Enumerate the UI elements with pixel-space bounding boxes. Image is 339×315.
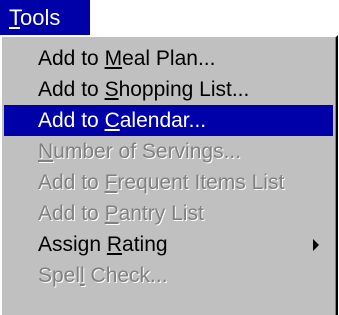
menu-item-label-before: Add to	[38, 78, 105, 101]
menu-tools-label-after: ools	[20, 5, 61, 30]
menu-item-label-before: Spel	[38, 264, 81, 287]
menu-item-label-after: umber of Servings...	[53, 140, 242, 163]
menu-tools-mnemonic: T	[9, 5, 20, 30]
menu-item-label-before: Add to	[38, 109, 105, 132]
tools-dropdown-menu: Add to Meal Plan... Add to Shopping List…	[0, 35, 338, 315]
triangle-right-icon	[313, 239, 319, 251]
menu-item-spell-check: Spell Check...	[4, 260, 333, 291]
menu-item-label-before: Add to	[38, 47, 105, 70]
menu-item-mnemonic: M	[104, 47, 123, 70]
menu-item-label-after: Check...	[84, 264, 168, 287]
menu-item-add-to-meal-plan[interactable]: Add to Meal Plan...	[4, 43, 333, 74]
menu-item-label-after: requent Items List	[117, 171, 285, 194]
menu-item-add-to-calendar[interactable]: Add to Calendar...	[4, 105, 333, 136]
menu-item-label-before: Add to	[38, 171, 105, 194]
menu-item-add-to-shopping-list[interactable]: Add to Shopping List...	[4, 74, 333, 105]
menu-item-label-after: antry List	[118, 202, 204, 225]
screenshot-stage: Tools Add to Meal Plan... Add to Shoppin…	[0, 0, 339, 315]
menu-item-mnemonic: C	[104, 109, 120, 132]
menu-item-mnemonic: S	[104, 78, 119, 101]
menu-item-label-after: alendar...	[119, 109, 207, 132]
menu-item-mnemonic: F	[104, 171, 118, 194]
menu-tools[interactable]: Tools	[0, 0, 90, 35]
menu-item-mnemonic: R	[106, 233, 123, 256]
menu-item-add-to-frequent-items-list: Add to Frequent Items List	[4, 167, 333, 198]
menu-item-number-of-servings: Number of Servings...	[4, 136, 333, 167]
menu-item-label-after: eal Plan...	[122, 47, 216, 70]
menu-item-label-before: Add to	[38, 202, 105, 225]
menu-item-label-before: Assign	[38, 233, 107, 256]
menu-item-add-to-pantry-list: Add to Pantry List	[4, 198, 333, 229]
menu-item-assign-rating[interactable]: Assign Rating	[4, 229, 333, 260]
menu-item-mnemonic: N	[38, 140, 54, 163]
menu-item-label-after: ating	[122, 233, 168, 256]
menu-item-mnemonic: P	[104, 202, 119, 225]
menu-item-label-after: hopping List...	[118, 78, 250, 101]
